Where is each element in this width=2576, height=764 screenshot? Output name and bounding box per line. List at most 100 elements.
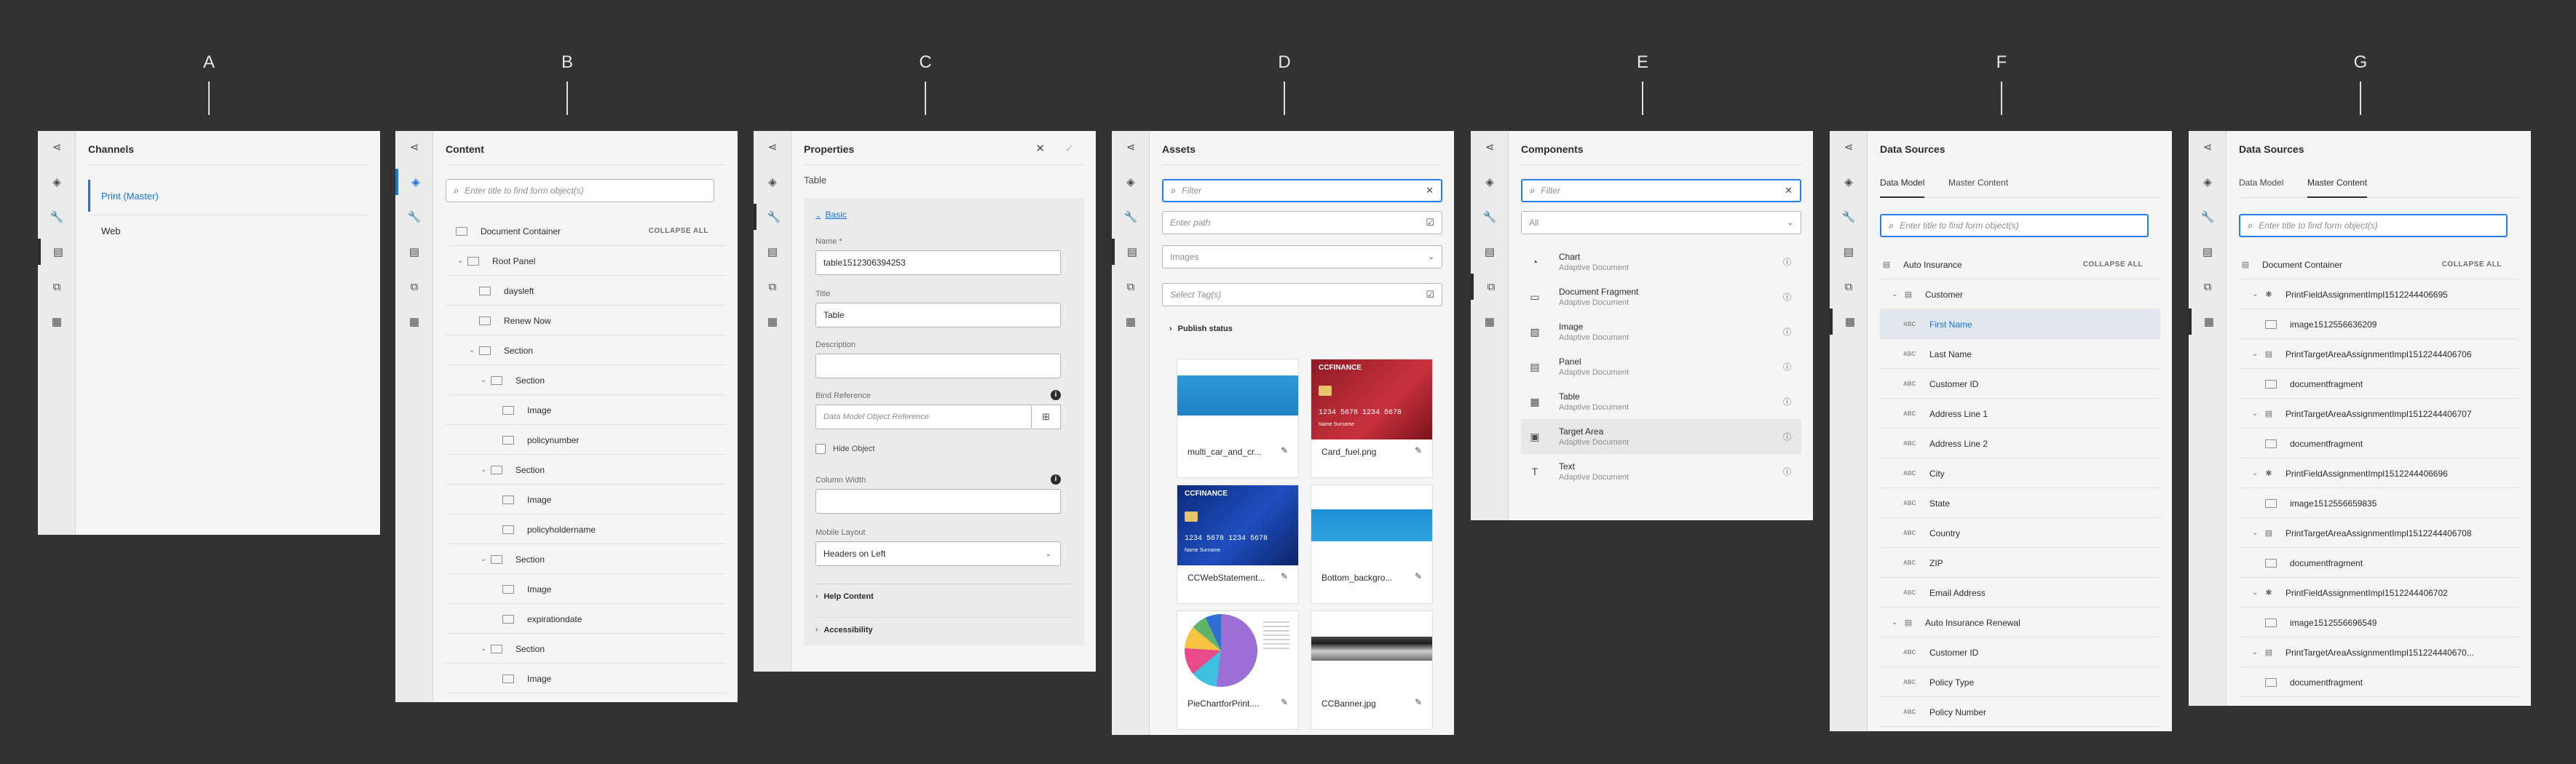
tree-row[interactable]: ⌄ Section bbox=[446, 336, 726, 365]
copy-icon[interactable]: ⧉ bbox=[1830, 274, 1868, 300]
channel-web[interactable]: Web bbox=[88, 215, 368, 247]
channels-icon[interactable]: ▤ bbox=[395, 239, 433, 265]
chevron-down-icon[interactable]: ⌄ bbox=[481, 645, 491, 653]
copy-icon[interactable]: ⧉ bbox=[2189, 274, 2227, 300]
section-basic-toggle[interactable]: ⌄ Basic bbox=[815, 210, 847, 220]
chevron-down-icon[interactable]: ⌄ bbox=[2252, 648, 2262, 656]
data-model-row[interactable]: ABC Last Name bbox=[1880, 340, 2160, 369]
copy-icon[interactable]: ⧉ bbox=[395, 274, 433, 300]
asset-card[interactable]: CCFINANCE 1234 5678 1234 5678 Name Surna… bbox=[1177, 485, 1299, 604]
layers-icon[interactable]: ◈ bbox=[1112, 169, 1150, 195]
copy-icon[interactable]: ⧉ bbox=[754, 274, 791, 300]
search-input[interactable]: ⌕ Enter title to find form object(s) bbox=[1880, 214, 2149, 237]
data-sources-icon[interactable]: ▦ bbox=[2189, 309, 2227, 335]
chevron-down-icon[interactable]: ⌄ bbox=[457, 257, 467, 265]
tree-row[interactable]: ⌄ Section bbox=[446, 366, 726, 395]
data-model-row[interactable]: ABC Customer ID bbox=[1880, 370, 2160, 399]
component-item[interactable]: ▨ Image Adaptive Document ⓘ bbox=[1521, 314, 1801, 349]
data-model-row[interactable]: ⌄ ▤ Auto Insurance Renewal bbox=[1880, 608, 2160, 637]
master-content-row[interactable]: ⌄ ✱ PrintFieldAssignmentImpl1512244406695 bbox=[2239, 280, 2519, 309]
master-content-row[interactable]: documentfragment bbox=[2239, 370, 2519, 399]
chevron-down-icon[interactable]: ⌄ bbox=[2252, 589, 2262, 597]
component-item[interactable]: T Text Adaptive Document ⓘ bbox=[1521, 454, 1801, 489]
tree-row[interactable]: daysleft bbox=[446, 276, 726, 306]
components-icon[interactable]: ⧉ bbox=[1471, 274, 1509, 300]
master-content-row[interactable]: image1512556696549 bbox=[2239, 608, 2519, 637]
data-model-row[interactable]: ABC Policy Number bbox=[1880, 698, 2160, 727]
data-model-browse-button[interactable]: ⊞ bbox=[1032, 405, 1061, 429]
check-icon[interactable]: ✓ bbox=[1064, 142, 1074, 155]
master-content-row[interactable]: ▤ Document Container COLLAPSE ALL bbox=[2239, 250, 2519, 279]
info-icon[interactable]: ⓘ bbox=[1783, 291, 1791, 303]
asset-card[interactable]: PieChartforPrint.... ✎ bbox=[1177, 610, 1299, 730]
master-content-row[interactable]: ⌄ ▤ PrintTargetAreaAssignmentImpl151224440… bbox=[2239, 638, 2519, 667]
data-model-row[interactable]: ABC Address Line 2 bbox=[1880, 429, 2160, 458]
collapse-all-button[interactable]: COLLAPSE ALL bbox=[649, 227, 708, 235]
asset-type-select[interactable]: Images ⌄ bbox=[1162, 245, 1442, 268]
data-model-row[interactable]: ▤ Auto Insurance COLLAPSE ALL bbox=[1880, 250, 2160, 279]
chevron-down-icon[interactable]: ⌄ bbox=[469, 346, 479, 354]
master-content-row[interactable]: documentfragment bbox=[2239, 668, 2519, 697]
data-sources-icon[interactable]: ▦ bbox=[38, 309, 76, 335]
column-width-field[interactable] bbox=[815, 489, 1061, 514]
tree-row[interactable]: ⌄ Section bbox=[446, 455, 726, 485]
master-content-row[interactable]: ⌄ ▤ PrintTargetAreaAssignmentImpl151224440… bbox=[2239, 399, 2519, 429]
tree-row[interactable]: ⌄ Section bbox=[446, 634, 726, 664]
bind-reference-field[interactable]: Data Model Object Reference bbox=[815, 405, 1032, 429]
tags-input[interactable]: Select Tag(s) ☑ bbox=[1162, 283, 1442, 306]
info-icon[interactable]: i bbox=[1051, 390, 1061, 400]
tree-row[interactable]: ⌄ Root Panel bbox=[446, 247, 726, 276]
wrench-icon[interactable]: 🔧 bbox=[2189, 204, 2227, 230]
data-model-row[interactable]: ABC Policy Type bbox=[1880, 668, 2160, 697]
master-content-row[interactable]: image1512556659835 bbox=[2239, 489, 2519, 518]
data-model-row[interactable]: ABC Address Line 1 bbox=[1880, 399, 2160, 429]
master-content-row[interactable]: ⌄ ▤ PrintTargetAreaAssignmentImpl151224440… bbox=[2239, 519, 2519, 548]
chevron-down-icon[interactable]: ⌄ bbox=[1892, 618, 1902, 626]
select-tags-icon[interactable]: ☑ bbox=[1426, 289, 1434, 301]
component-item[interactable]: ▣ Target Area Adaptive Document ⓘ bbox=[1521, 419, 1801, 454]
edit-icon[interactable]: ✎ bbox=[1415, 571, 1422, 581]
channels-icon[interactable]: ▤ bbox=[754, 239, 791, 265]
tree-row[interactable]: Renew Now bbox=[446, 306, 726, 335]
asset-card[interactable]: Bottom_backgro... ✎ bbox=[1311, 485, 1433, 604]
edit-icon[interactable]: ✎ bbox=[1281, 697, 1288, 707]
publish-status-toggle[interactable]: › Publish status bbox=[1169, 325, 1233, 333]
component-item[interactable]: ▤ Panel Adaptive Document ⓘ bbox=[1521, 349, 1801, 384]
master-content-row[interactable]: ⌄ ▤ PrintTargetAreaAssignmentImpl151224440… bbox=[2239, 340, 2519, 369]
wrench-icon[interactable]: 🔧 bbox=[754, 204, 791, 230]
layers-icon[interactable]: ◈ bbox=[754, 169, 791, 195]
data-sources-icon[interactable]: ▦ bbox=[754, 309, 791, 335]
component-type-select[interactable]: All ⌄ bbox=[1521, 211, 1801, 234]
layers-icon[interactable]: ◈ bbox=[38, 169, 76, 195]
info-icon[interactable]: i bbox=[1051, 474, 1061, 485]
mobile-layout-select[interactable]: Headers on Left ⌄ bbox=[815, 541, 1061, 566]
share-icon[interactable]: ⋖ bbox=[395, 134, 433, 160]
collapse-all-button[interactable]: COLLAPSE ALL bbox=[2442, 260, 2502, 268]
layers-icon[interactable]: ◈ bbox=[2189, 169, 2227, 195]
tab-master-content[interactable]: Master Content bbox=[2307, 175, 2368, 198]
channels-icon[interactable]: ▤ bbox=[1830, 239, 1868, 265]
component-item[interactable]: ▭ Document Fragment Adaptive Document ⓘ bbox=[1521, 279, 1801, 314]
tree-row[interactable]: Image bbox=[446, 485, 726, 514]
data-sources-icon[interactable]: ▦ bbox=[1112, 309, 1150, 335]
copy-icon[interactable]: ⧉ bbox=[38, 274, 76, 300]
chevron-down-icon[interactable]: ⌄ bbox=[2252, 410, 2262, 418]
clear-icon[interactable]: ✕ bbox=[1426, 185, 1434, 196]
share-icon[interactable]: ⋖ bbox=[2189, 134, 2227, 160]
search-input[interactable]: ⌕ Enter title to find form object(s) bbox=[446, 179, 714, 202]
copy-icon[interactable]: ⧉ bbox=[1112, 274, 1150, 300]
data-model-row[interactable]: ABC First Name bbox=[1880, 310, 2160, 339]
info-icon[interactable]: ⓘ bbox=[1783, 326, 1791, 338]
component-item[interactable]: ◔ Chart Adaptive Document ⓘ bbox=[1521, 244, 1801, 279]
asset-card[interactable]: CCBanner.jpg ✎ bbox=[1311, 610, 1433, 730]
chevron-down-icon[interactable]: ⌄ bbox=[1892, 290, 1902, 298]
hide-object-checkbox[interactable] bbox=[815, 444, 826, 454]
asset-card[interactable]: CCFINANCE 1234 5678 1234 5678 Name Surna… bbox=[1311, 359, 1433, 478]
share-icon[interactable]: ⋖ bbox=[1112, 134, 1150, 160]
layers-icon[interactable]: ◈ bbox=[1830, 169, 1868, 195]
data-sources-icon[interactable]: ▦ bbox=[1471, 309, 1509, 335]
title-field[interactable]: Table bbox=[815, 303, 1061, 327]
tree-row[interactable]: ⌄ Section bbox=[446, 545, 726, 574]
chevron-down-icon[interactable]: ⌄ bbox=[481, 376, 491, 384]
tab-master-content[interactable]: Master Content bbox=[1948, 175, 2008, 198]
